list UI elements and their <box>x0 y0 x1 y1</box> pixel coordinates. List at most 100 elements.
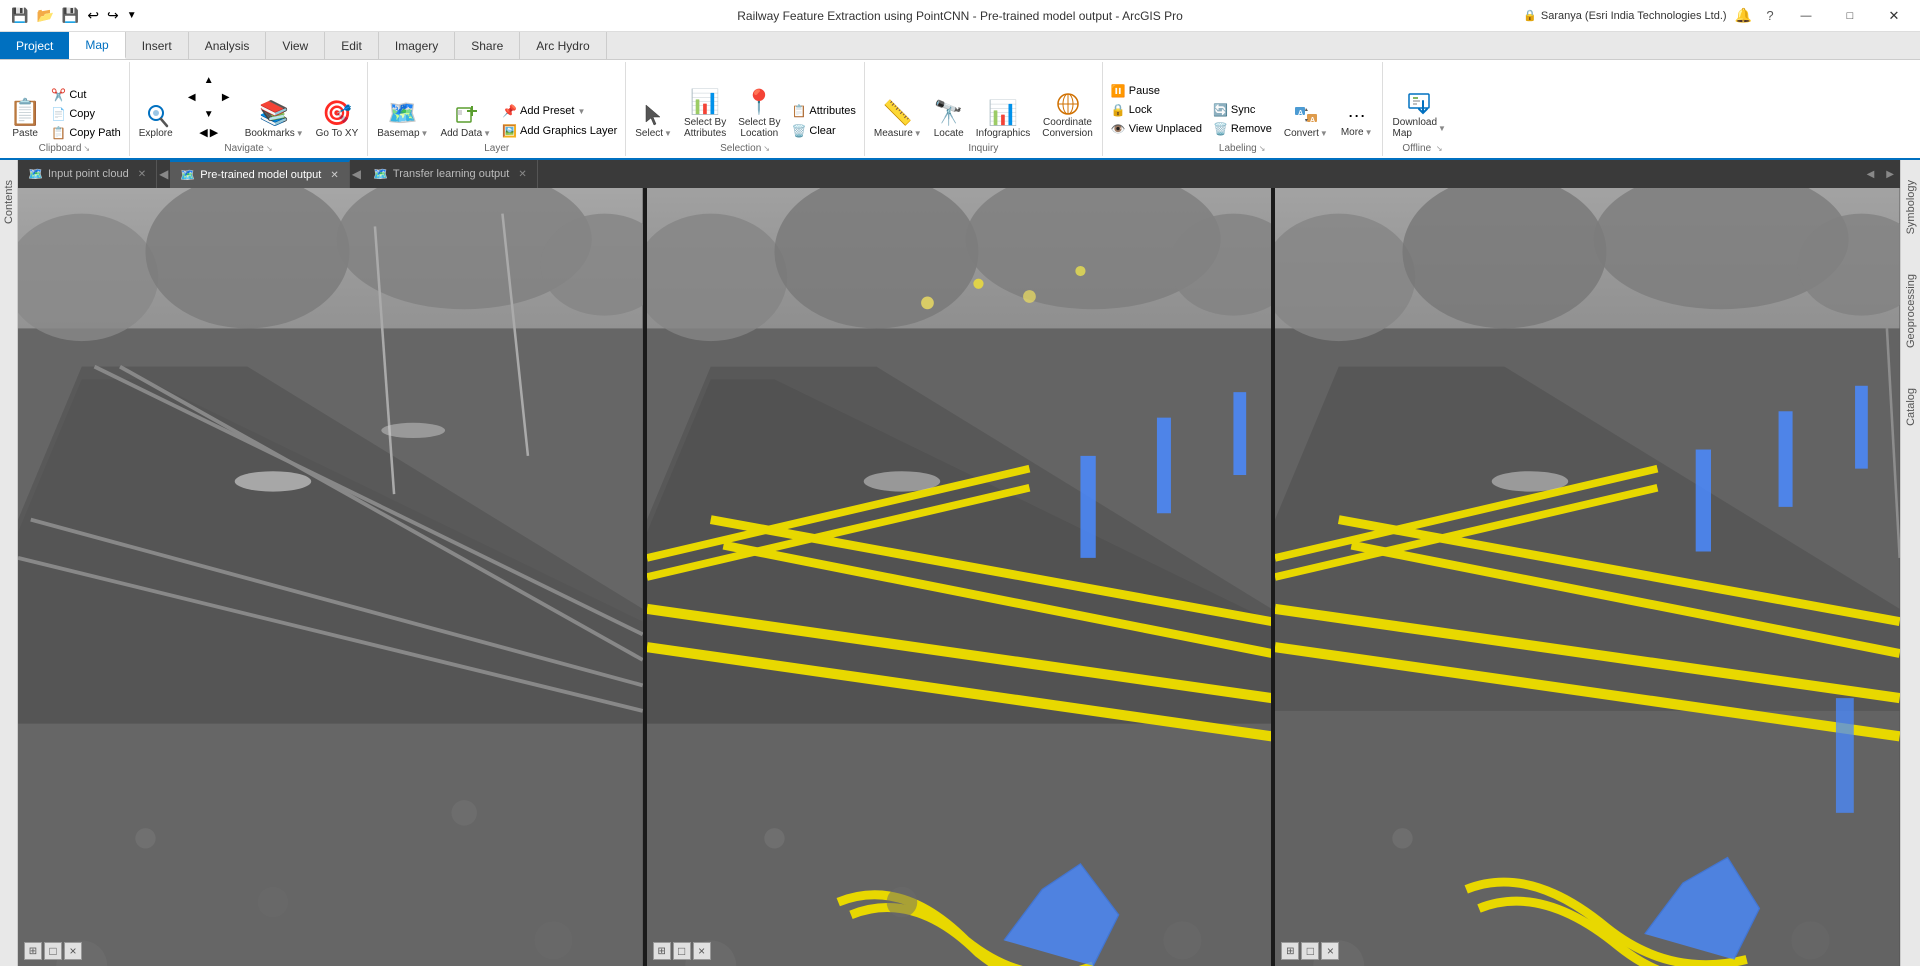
contents-label: Contents <box>3 180 15 224</box>
redo-icon[interactable]: ↪ <box>104 5 122 26</box>
help-button[interactable]: ? <box>1760 6 1780 26</box>
tab-more-right[interactable]: ▶ <box>1880 165 1900 184</box>
explore-button[interactable]: Explore <box>134 99 178 142</box>
user-area: 🔒 Saranya (Esri India Technologies Ltd.) <box>1523 9 1726 22</box>
map-panel-2[interactable]: ⊞ □ × <box>647 188 1276 966</box>
ribbon: 📋 Paste ✂️Cut 📄Copy 📋Copy Path Clipboard… <box>0 60 1920 160</box>
zoom-fit-1[interactable]: ⊞ <box>24 942 42 960</box>
zoom-fit-2[interactable]: ⊞ <box>653 942 671 960</box>
svg-text:A: A <box>1298 110 1303 117</box>
map-tab-label-2: Pre-trained model output <box>200 169 321 181</box>
map-area: 🗺️ Input point cloud ✕ ◀ 🗺️ Pre-trained … <box>18 160 1900 966</box>
catalog-panel[interactable]: Catalog <box>1905 388 1917 426</box>
ribbon-group-labeling: ⏸️Pause 🔒Lock 👁️View Unplaced 🔄Sync 🗑️Re… <box>1103 62 1383 156</box>
ribbon-group-clipboard: 📋 Paste ✂️Cut 📄Copy 📋Copy Path Clipboard… <box>0 62 130 156</box>
clear-button[interactable]: 🗑️Clear <box>787 122 859 140</box>
more-button[interactable]: ⋯ More▼ <box>1336 89 1378 142</box>
tab-insert[interactable]: Insert <box>126 32 189 59</box>
select-by-location-button[interactable]: 📍 Select ByLocation <box>733 85 785 142</box>
save2-icon[interactable]: 💾 <box>59 5 82 26</box>
labeling-group-label: Labeling ↘ <box>1107 143 1378 154</box>
copy-path-button[interactable]: 📋Copy Path <box>47 124 124 142</box>
zoom-out-2[interactable]: × <box>693 942 711 960</box>
undo-icon[interactable]: ↩ <box>84 5 102 26</box>
attributes-button[interactable]: 📋Attributes <box>787 102 859 120</box>
tab-analysis[interactable]: Analysis <box>189 32 267 59</box>
tab-more-left[interactable]: ◀ <box>1861 165 1881 184</box>
map-tab-pretrained[interactable]: 🗺️ Pre-trained model output ✕ <box>170 160 349 188</box>
select-button[interactable]: Select▼ <box>630 99 677 142</box>
map-tab-label-1: Input point cloud <box>48 168 129 180</box>
dropdown-arrow-icon[interactable]: ▼ <box>124 8 140 23</box>
ribbon-group-layer: 🗺️ Basemap▼ Add Data▼ 📌Add Preset▼ <box>368 62 626 156</box>
offline-group-label: Offline ↘ <box>1387 143 1459 154</box>
close-button[interactable]: ✕ <box>1876 0 1912 32</box>
tab-map[interactable]: Map <box>69 32 125 59</box>
map-panel-1[interactable]: ⊞ □ × <box>18 188 647 966</box>
ribbon-tab-bar: Project Map Insert Analysis View Edit Im… <box>0 32 1920 60</box>
basemap-button[interactable]: 🗺️ Basemap▼ <box>372 96 433 142</box>
tab-scroll-left[interactable]: ◀ <box>157 167 170 181</box>
zoom-out-1[interactable]: × <box>64 942 82 960</box>
tab-share[interactable]: Share <box>455 32 520 59</box>
view-unplaced-button[interactable]: 👁️View Unplaced <box>1107 120 1206 138</box>
geoprocessing-panel[interactable]: Geoprocessing <box>1905 274 1917 348</box>
tab-scroll-mid[interactable]: ◀ <box>350 167 363 181</box>
add-preset-button[interactable]: 📌Add Preset▼ <box>498 102 621 120</box>
symbology-panel[interactable]: Symbology <box>1905 180 1917 234</box>
map-tab-close-3[interactable]: ✕ <box>518 169 526 180</box>
quick-access-toolbar[interactable]: 💾 📂 💾 ↩ ↪ ▼ <box>8 5 140 26</box>
zoom-in-3[interactable]: □ <box>1301 942 1319 960</box>
tab-project[interactable]: Project <box>0 32 69 59</box>
zoom-in-1[interactable]: □ <box>44 942 62 960</box>
contents-panel[interactable]: Contents <box>0 160 18 966</box>
map-tab-icon-1: 🗺️ <box>28 167 43 181</box>
notification-icon[interactable]: 🔔 <box>1735 7 1752 24</box>
save-icon[interactable]: 💾 <box>8 5 31 26</box>
tab-edit[interactable]: Edit <box>325 32 379 59</box>
username[interactable]: Saranya (Esri India Technologies Ltd.) <box>1541 10 1727 22</box>
zoom-in-2[interactable]: □ <box>673 942 691 960</box>
infographics-button[interactable]: 📊 Infographics <box>971 96 1035 142</box>
cut-button[interactable]: ✂️Cut <box>47 86 124 104</box>
map-tab-close-1[interactable]: ✕ <box>138 169 146 180</box>
minimize-button[interactable]: — <box>1788 0 1824 32</box>
map-panels: ⊞ □ × <box>18 188 1900 966</box>
copy-button[interactable]: 📄Copy <box>47 105 124 123</box>
download-map-button[interactable]: DownloadMap▼ <box>1387 88 1452 142</box>
navigate-arrows[interactable]: ▲ ◀▶ ▼ ◀▶ <box>180 72 238 142</box>
ribbon-group-navigate: Explore ▲ ◀▶ ▼ ◀▶ 📚 Bookmarks▼ 🎯 <box>130 62 369 156</box>
ribbon-group-selection: Select▼ 📊 Select ByAttributes 📍 Select B… <box>626 62 865 156</box>
zoom-out-3[interactable]: × <box>1321 942 1339 960</box>
add-data-button[interactable]: Add Data▼ <box>435 99 496 142</box>
clipboard-group-label: Clipboard ↘ <box>4 143 125 154</box>
locate-button[interactable]: 🔭 Locate <box>929 96 969 142</box>
convert-button[interactable]: A A Convert▼ <box>1279 99 1333 142</box>
zoom-fit-3[interactable]: ⊞ <box>1281 942 1299 960</box>
navigate-group-label: Navigate ↘ <box>134 143 364 154</box>
coordinate-conversion-button[interactable]: CoordinateConversion <box>1037 88 1098 142</box>
paste-button[interactable]: 📋 Paste <box>4 94 46 142</box>
tab-imagery[interactable]: Imagery <box>379 32 455 59</box>
map-controls-2: ⊞ □ × <box>653 942 711 960</box>
select-by-attributes-button[interactable]: 📊 Select ByAttributes <box>679 85 731 142</box>
lock-label-button[interactable]: 🔒Lock <box>1107 101 1206 119</box>
remove-button[interactable]: 🗑️Remove <box>1209 120 1276 138</box>
maximize-button[interactable]: □ <box>1832 0 1868 32</box>
map-panel-3[interactable]: ⊞ □ × <box>1275 188 1900 966</box>
map-tab-close-2[interactable]: ✕ <box>330 170 338 181</box>
map-tab-transfer[interactable]: 🗺️ Transfer learning output ✕ <box>363 160 538 188</box>
tab-archydro[interactable]: Arc Hydro <box>520 32 606 59</box>
go-to-xy-button[interactable]: 🎯 Go To XY <box>311 96 364 142</box>
map-tab-icon-2: 🗺️ <box>180 168 195 182</box>
pause-button[interactable]: ⏸️Pause <box>1107 82 1206 100</box>
bookmarks-button[interactable]: 📚 Bookmarks▼ <box>240 96 309 142</box>
add-graphics-layer-button[interactable]: 🖼️Add Graphics Layer <box>498 122 621 140</box>
svg-text:A: A <box>1310 117 1315 124</box>
open-icon[interactable]: 📂 <box>33 5 56 26</box>
tab-view[interactable]: View <box>266 32 325 59</box>
ribbon-group-offline: DownloadMap▼ Offline ↘ <box>1383 62 1463 156</box>
sync-button[interactable]: 🔄Sync <box>1209 101 1276 119</box>
measure-button[interactable]: 📏 Measure▼ <box>869 96 927 142</box>
map-tab-input-point-cloud[interactable]: 🗺️ Input point cloud ✕ <box>18 160 157 188</box>
